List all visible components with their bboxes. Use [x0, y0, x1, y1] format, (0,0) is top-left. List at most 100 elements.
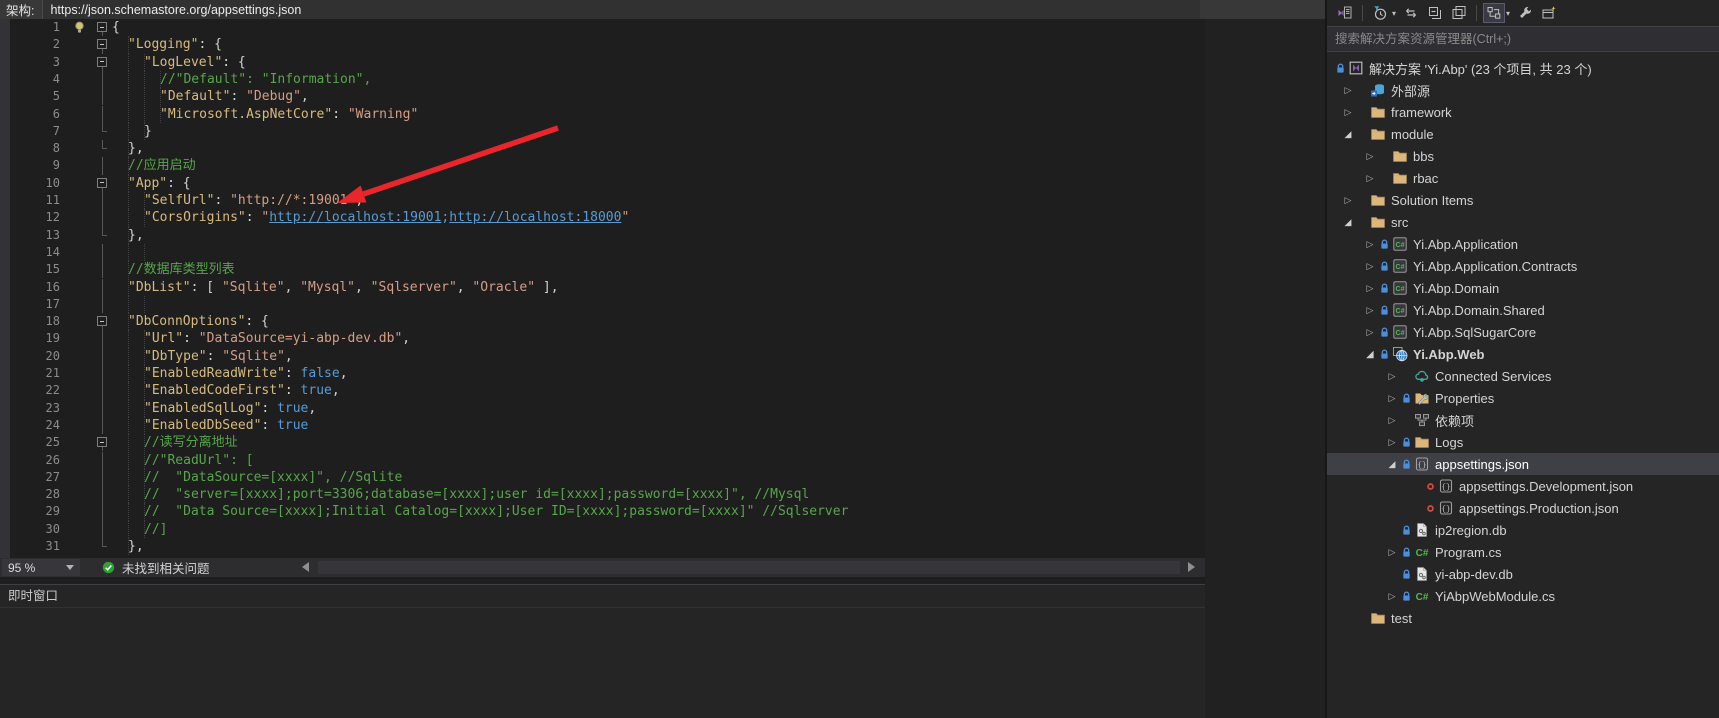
code-editor[interactable]: 1{2"Logging": {3"LogLevel": {4//"Default…: [0, 19, 1205, 558]
code-line[interactable]: 25//读写分离地址: [0, 434, 1205, 451]
expand-arrow-icon[interactable]: ▷: [1385, 412, 1399, 428]
fold-toggle-icon[interactable]: [96, 19, 109, 36]
immediate-window-title[interactable]: 即时窗口: [0, 585, 1205, 608]
tree-item[interactable]: ◢src: [1327, 211, 1719, 233]
code-line[interactable]: 1{: [0, 19, 1205, 36]
code-line[interactable]: 28// "server=[xxxx];port=3306;database=[…: [0, 486, 1205, 503]
fold-toggle-icon[interactable]: [96, 434, 109, 451]
code-line[interactable]: 13},: [0, 227, 1205, 244]
code-line[interactable]: 4//"Default": "Information",: [0, 71, 1205, 88]
tree-item[interactable]: ▷依赖项: [1327, 409, 1719, 431]
expand-arrow-icon[interactable]: ▷: [1363, 302, 1377, 318]
expand-arrow-icon[interactable]: ▷: [1363, 324, 1377, 340]
code-line[interactable]: 9//应用启动: [0, 157, 1205, 174]
fold-toggle-icon[interactable]: [96, 54, 109, 71]
code-line[interactable]: 5"Default": "Debug",: [0, 88, 1205, 105]
tree-item[interactable]: ▷外部源: [1327, 79, 1719, 101]
code-line[interactable]: 12"CorsOrigins": "http://localhost:19001…: [0, 209, 1205, 226]
code-line[interactable]: 11"SelfUrl": "http://*:19001",: [0, 192, 1205, 209]
tree-item[interactable]: 解决方案 'Yi.Abp' (23 个项目, 共 23 个): [1327, 57, 1719, 79]
expand-arrow-icon[interactable]: ▷: [1385, 390, 1399, 406]
code-line[interactable]: 16"DbList": [ "Sqlite", "Mysql", "Sqlser…: [0, 279, 1205, 296]
tree-item[interactable]: ▷Logs: [1327, 431, 1719, 453]
expand-arrow-icon[interactable]: ▷: [1385, 588, 1399, 604]
tree-item[interactable]: ▷C#Yi.Abp.SqlSugarCore: [1327, 321, 1719, 343]
code-line[interactable]: 18"DbConnOptions": {: [0, 313, 1205, 330]
code-line[interactable]: 31},: [0, 538, 1205, 555]
search-input[interactable]: [1327, 31, 1719, 47]
code-line[interactable]: 27// "DataSource=[xxxx]", //Sqlite: [0, 469, 1205, 486]
tree-item[interactable]: ▷C#Program.cs: [1327, 541, 1719, 563]
code-line[interactable]: 17: [0, 296, 1205, 313]
url-link[interactable]: http://localhost:19001: [269, 210, 441, 225]
code-line[interactable]: 30//]: [0, 521, 1205, 538]
code-line[interactable]: 3"LogLevel": {: [0, 54, 1205, 71]
expand-arrow-icon[interactable]: ▷: [1363, 236, 1377, 252]
scroll-left-arrow[interactable]: [302, 562, 309, 572]
expand-arrow-icon[interactable]: ▷: [1363, 280, 1377, 296]
code-line[interactable]: 8},: [0, 140, 1205, 157]
code-line[interactable]: 26//"ReadUrl": [: [0, 452, 1205, 469]
code-line[interactable]: 19"Url": "DataSource=yi-abp-dev.db",: [0, 330, 1205, 347]
tree-item[interactable]: ◢Yi.Abp.Web: [1327, 343, 1719, 365]
fold-toggle-icon[interactable]: [96, 175, 109, 192]
url-link[interactable]: http://localhost:18000: [449, 210, 621, 225]
fold-toggle-icon[interactable]: [96, 36, 109, 53]
tree-item[interactable]: ▷bbs: [1327, 145, 1719, 167]
code-line[interactable]: 21"EnabledReadWrite": false,: [0, 365, 1205, 382]
code-line[interactable]: 15//数据库类型列表: [0, 261, 1205, 278]
code-line[interactable]: 14: [0, 244, 1205, 261]
scope-view-icon[interactable]: [1483, 3, 1505, 23]
expand-arrow-icon[interactable]: ▷: [1363, 170, 1377, 186]
switch-views-icon[interactable]: [1334, 3, 1356, 23]
new-view-icon[interactable]: [1538, 3, 1560, 23]
health-indicator[interactable]: 未找到相关问题: [102, 559, 210, 576]
chevron-down-icon[interactable]: ▾: [1392, 9, 1396, 18]
tree-item[interactable]: ip2region.db: [1327, 519, 1719, 541]
tree-item[interactable]: ▷C#YiAbpWebModule.cs: [1327, 585, 1719, 607]
properties-icon[interactable]: [1514, 3, 1536, 23]
tree-item[interactable]: ▷rbac: [1327, 167, 1719, 189]
tree-item[interactable]: ▷Properties: [1327, 387, 1719, 409]
tree-item[interactable]: ◢module: [1327, 123, 1719, 145]
tree-item[interactable]: ◢{}appsettings.json: [1327, 453, 1719, 475]
code-line[interactable]: 22"EnabledCodeFirst": true,: [0, 382, 1205, 399]
horizontal-scrollbar-thumb[interactable]: [318, 561, 1180, 574]
collapse-arrow-icon[interactable]: ◢: [1341, 126, 1355, 142]
tree-item[interactable]: ▷Connected Services: [1327, 365, 1719, 387]
collapse-arrow-icon[interactable]: ◢: [1363, 346, 1377, 362]
schema-url-combobox[interactable]: https://json.schemastore.org/appsettings…: [42, 0, 1200, 19]
expand-arrow-icon[interactable]: ▷: [1385, 368, 1399, 384]
code-line[interactable]: 29// "Data Source=[xxxx];Initial Catalog…: [0, 503, 1205, 520]
code-line[interactable]: 24"EnabledDbSeed": true: [0, 417, 1205, 434]
sync-with-active-document-icon[interactable]: [1400, 3, 1422, 23]
code-line[interactable]: 10"App": {: [0, 175, 1205, 192]
expand-arrow-icon[interactable]: ▷: [1385, 544, 1399, 560]
code-line[interactable]: 20"DbType": "Sqlite",: [0, 348, 1205, 365]
tree-item[interactable]: ▷framework: [1327, 101, 1719, 123]
code-line[interactable]: 2"Logging": {: [0, 36, 1205, 53]
collapse-arrow-icon[interactable]: ◢: [1385, 456, 1399, 472]
collapse-arrow-icon[interactable]: ◢: [1341, 214, 1355, 230]
preview-selected-items-icon[interactable]: [1448, 3, 1470, 23]
expand-arrow-icon[interactable]: ▷: [1363, 258, 1377, 274]
code-line[interactable]: 6"Microsoft.AspNetCore": "Warning": [0, 106, 1205, 123]
filter-history-icon[interactable]: [1369, 3, 1391, 23]
expand-arrow-icon[interactable]: ▷: [1341, 104, 1355, 120]
code-line[interactable]: 23"EnabledSqlLog": true,: [0, 400, 1205, 417]
zoom-select[interactable]: 95 %: [2, 559, 80, 576]
tree-item[interactable]: ▷Solution Items: [1327, 189, 1719, 211]
collapse-all-icon[interactable]: [1424, 3, 1446, 23]
tree-item[interactable]: {}appsettings.Development.json: [1327, 475, 1719, 497]
fold-toggle-icon[interactable]: [96, 313, 109, 330]
tree-item[interactable]: yi-abp-dev.db: [1327, 563, 1719, 585]
tree-item[interactable]: ▷C#Yi.Abp.Application: [1327, 233, 1719, 255]
code-line[interactable]: 7}: [0, 123, 1205, 140]
tree-item[interactable]: ▷C#Yi.Abp.Application.Contracts: [1327, 255, 1719, 277]
tree-item[interactable]: test: [1327, 607, 1719, 629]
tree-item[interactable]: {}appsettings.Production.json: [1327, 497, 1719, 519]
expand-arrow-icon[interactable]: ▷: [1341, 192, 1355, 208]
tree-item[interactable]: ▷C#Yi.Abp.Domain: [1327, 277, 1719, 299]
chevron-down-icon[interactable]: ▾: [1506, 9, 1510, 18]
scroll-right-arrow[interactable]: [1188, 562, 1195, 572]
